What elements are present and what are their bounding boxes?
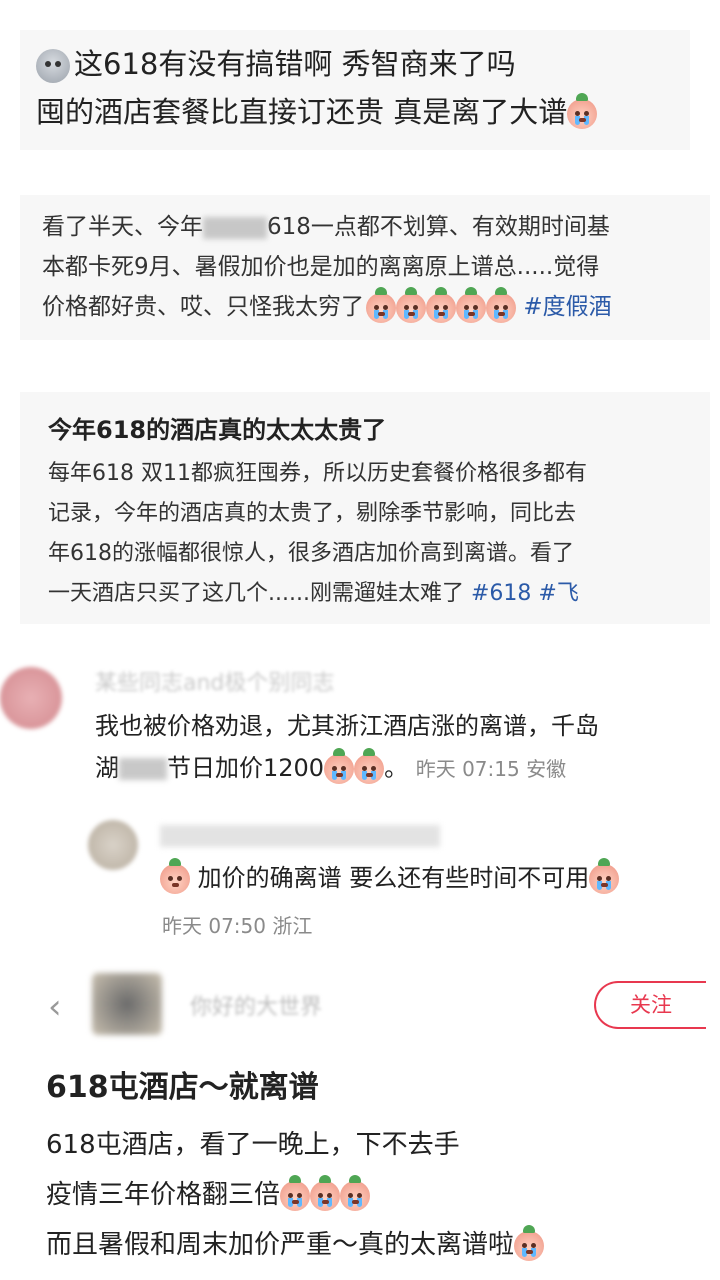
post-3-line4: 一天酒店只买了这几个......刚需遛娃太难了 — [48, 581, 464, 606]
post-4: 618屯酒店～就离谱 618屯酒店，看了一晚上，下不去手 疫情三年价格翻三倍 而… — [0, 1060, 720, 1270]
post-4-title: 618屯酒店～就离谱 — [46, 1070, 319, 1105]
crying-peach-icon — [589, 858, 620, 894]
post-4-line2: 疫情三年价格翻三倍 — [46, 1180, 281, 1210]
post-1-line1: 这618有没有搞错啊 秀智商来了吗 — [74, 47, 516, 81]
facepalm-peach-icon — [160, 858, 190, 894]
reply-1-time: 昨天 07:50 浙江 — [162, 914, 313, 938]
hashtag-link[interactable]: #618 — [471, 581, 531, 606]
redacted-text — [119, 758, 167, 780]
post-4-line3: 而且暑假和周末加价严重～真的太离谱啦 — [46, 1230, 515, 1260]
crying-peach-icon — [426, 286, 456, 323]
post-3-line3: 年618的涨幅都很惊人，很多酒店加价高到离谱。看了 — [48, 541, 574, 566]
crying-peach-icon — [340, 1174, 371, 1211]
comment-1: 某些同志and极个别同志 我也被价格劝退，尤其浙江酒店涨的离谱，千岛 湖 节日加价… — [0, 655, 720, 785]
crying-peach-icon — [354, 748, 385, 784]
comment-1-line1: 我也被价格劝退，尤其浙江酒店涨的离谱，千岛 — [95, 712, 599, 740]
crying-peach-icon — [280, 1174, 311, 1211]
post-4-line1: 618屯酒店，看了一晚上，下不去手 — [46, 1130, 460, 1160]
post-4-header: ‹ 你好的大世界 关注 — [0, 965, 720, 1045]
crying-peach-icon — [310, 1174, 341, 1211]
post-3-line2: 记录，今年的酒店真的太贵了，剔除季节影响，同比去 — [48, 501, 577, 526]
crying-peach-icon — [366, 286, 396, 323]
bean-face-icon — [36, 49, 70, 83]
crying-peach-icon — [514, 1224, 545, 1261]
author-avatar[interactable] — [92, 973, 162, 1035]
crying-peach-icon — [396, 286, 426, 323]
crying-peach-icon — [456, 286, 486, 323]
hashtag-link[interactable]: #度假酒 — [523, 294, 611, 320]
replier-username[interactable] — [160, 825, 440, 847]
post-2: 看了半天、今年 618一点都不划算、有效期时间基 本都卡死9月、暑假加价也是加的离… — [20, 195, 710, 340]
redacted-text — [203, 216, 267, 239]
post-1-line2: 囤的酒店套餐比直接订还贵 真是离了大谱 — [36, 95, 568, 129]
comment-1-period: 。 — [384, 754, 409, 782]
post-2-line1-tail: 618一点都不划算、有效期时间基 — [267, 214, 610, 240]
comment-1-time: 昨天 07:15 安徽 — [415, 757, 567, 781]
post-3-title: 今年618的酒店真的太太太贵了 — [48, 416, 387, 444]
comment-1-line2-head: 湖 — [95, 754, 119, 782]
hashtag-link[interactable]: #飞 — [538, 581, 578, 606]
reply-1-text: 加价的确离谱 要么还有些时间不可用 — [197, 864, 590, 892]
follow-button[interactable]: 关注 — [594, 981, 706, 1029]
author-name[interactable]: 你好的大世界 — [190, 989, 322, 1021]
post-3-line1: 每年618 双11都疯狂囤券，所以历史套餐价格很多都有 — [48, 461, 587, 486]
crying-peach-icon — [324, 748, 355, 784]
post-2-line1: 看了半天、今年 — [42, 214, 203, 240]
commenter-avatar[interactable] — [0, 667, 62, 729]
post-3: 今年618的酒店真的太太太贵了 每年618 双11都疯狂囤券，所以历史套餐价格很… — [20, 392, 710, 624]
reply-1: 加价的确离谱 要么还有些时间不可用 昨天 07:50 浙江 — [0, 810, 720, 940]
comment-1-line2-tail: 节日加价1200 — [167, 754, 325, 782]
replier-avatar[interactable] — [88, 820, 138, 870]
crying-peach-icon — [486, 286, 516, 323]
back-chevron-icon[interactable]: ‹ — [48, 987, 62, 1027]
crying-peach-icon — [567, 93, 598, 129]
commenter-username[interactable]: 某些同志and极个别同志 — [95, 665, 334, 697]
post-2-line3: 价格都好贵、哎、只怪我太穷了 — [42, 294, 364, 320]
post-1: 这618有没有搞错啊 秀智商来了吗 囤的酒店套餐比直接订还贵 真是离了大谱 — [20, 30, 690, 150]
post-2-line2: 本都卡死9月、暑假加价也是加的离离原上谱总.....觉得 — [42, 254, 600, 280]
